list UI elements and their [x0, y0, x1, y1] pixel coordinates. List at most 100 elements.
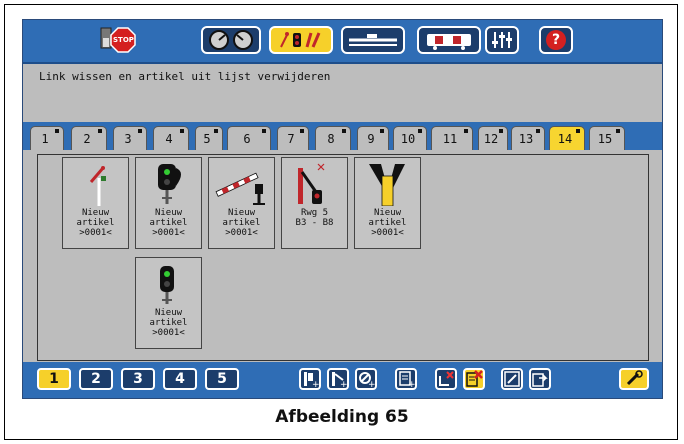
add-turnout-button[interactable]: +: [327, 368, 349, 390]
tab-3[interactable]: 3: [113, 126, 147, 150]
tab-marker: [55, 129, 59, 133]
light-signal-icon: [158, 164, 181, 204]
track-switch-icon: [369, 164, 405, 206]
tab-marker: [418, 129, 422, 133]
tab-marker: [214, 129, 218, 133]
tab-marker: [300, 129, 304, 133]
tab-9[interactable]: 9: [357, 126, 389, 150]
article-label: Nieuw artikel >0001<: [149, 308, 188, 338]
article-card[interactable]: Nieuw artikel >0001<: [62, 157, 129, 249]
level-crossing-icon: [215, 172, 265, 205]
tab-marker: [98, 129, 102, 133]
tab-marker: [536, 129, 540, 133]
help-button[interactable]: ?: [539, 26, 573, 54]
sliders-icon: [492, 32, 512, 48]
signal-turnout-icon: [280, 32, 321, 48]
unlink-button[interactable]: [435, 368, 457, 390]
page-button-3[interactable]: 3: [121, 368, 155, 390]
add-list-icon: +: [399, 371, 416, 390]
article-card[interactable]: Nieuw artikel >0001<: [354, 157, 421, 249]
keyboard-button[interactable]: [201, 26, 261, 54]
tab-1[interactable]: 1: [30, 126, 64, 150]
tab-2[interactable]: 2: [71, 126, 107, 150]
tab-5[interactable]: 5: [195, 126, 223, 150]
article-card[interactable]: Nieuw artikel >0001<: [135, 257, 202, 349]
tab-10[interactable]: 10: [393, 126, 427, 150]
delete-article-button[interactable]: [463, 368, 485, 390]
locomotive-icon: [427, 34, 471, 50]
articles-button[interactable]: [269, 26, 333, 54]
tab-label: 3: [124, 131, 132, 146]
article-label: Nieuw artikel >0001<: [222, 208, 261, 238]
bottom-toolbar: 1 2 3 4 5 + + + +: [23, 362, 662, 398]
tab-label: 6: [243, 131, 251, 146]
add-sensor-icon: +: [359, 372, 376, 390]
tab-label: 4: [165, 131, 173, 146]
semaphore-signal-icon: [89, 166, 106, 206]
tab-15[interactable]: 15: [589, 126, 625, 150]
article-grid: Nieuw artikel >0001< Nieuw artikel >0001…: [37, 154, 649, 361]
tab-label: 1: [41, 131, 49, 146]
tab-label: 5: [203, 131, 211, 146]
dwarf-signal-icon: [160, 266, 174, 304]
tab-marker: [616, 129, 620, 133]
stop-label: STOP: [113, 36, 134, 44]
track-layout-button[interactable]: [341, 26, 405, 54]
add-sensor-button[interactable]: +: [355, 368, 377, 390]
article-label: Nieuw artikel >0001<: [76, 208, 115, 238]
article-label: Rwg 5 B3 - B8: [295, 208, 334, 228]
svg-text:+: +: [312, 380, 319, 388]
tab-label: 13: [518, 131, 534, 146]
tab-6[interactable]: 6: [227, 126, 271, 150]
page-button-1[interactable]: 1: [37, 368, 71, 390]
tab-marker: [576, 129, 580, 133]
tab-8[interactable]: 8: [315, 126, 351, 150]
top-toolbar: STOP ?: [23, 20, 662, 64]
settings-button[interactable]: [485, 26, 519, 54]
tab-13[interactable]: 13: [511, 126, 545, 150]
tab-marker: [380, 129, 384, 133]
wrench-icon: [626, 370, 643, 386]
add-list-button[interactable]: +: [395, 368, 417, 390]
page-button-5[interactable]: 5: [205, 368, 239, 390]
tab-12[interactable]: 12: [478, 126, 508, 150]
svg-text:+: +: [368, 380, 375, 388]
edit-button[interactable]: [501, 368, 523, 390]
pencil-icon: [504, 371, 520, 387]
tab-4[interactable]: 4: [153, 126, 189, 150]
article-label: Nieuw artikel >0001<: [149, 208, 188, 238]
tab-label: 10: [400, 131, 416, 146]
turnout-signal-icon: [298, 163, 325, 204]
page-button-4[interactable]: 4: [163, 368, 197, 390]
tab-14[interactable]: 14: [549, 126, 585, 150]
tab-marker: [262, 129, 266, 133]
tab-label: 12: [483, 131, 499, 146]
app-screen: STOP ? Link wissen en artikel uit lijst …: [22, 19, 663, 399]
tab-label: 14: [557, 131, 573, 146]
tab-marker: [464, 129, 468, 133]
rotate-button[interactable]: [529, 368, 551, 390]
delete-list-icon: [466, 370, 483, 387]
tab-bar: 1 2 3 4 5 6 7 8 9 10 11 12 13 14 15: [23, 122, 662, 150]
add-signal-button[interactable]: +: [299, 368, 321, 390]
memory-button[interactable]: [417, 26, 481, 54]
tab-label: 7: [287, 131, 295, 146]
status-message: Link wissen en artikel uit lijst verwijd…: [39, 70, 331, 83]
tab-label: 11: [442, 131, 458, 146]
article-card[interactable]: Nieuw artikel >0001<: [135, 157, 202, 249]
emergency-stop-button[interactable]: STOP: [93, 24, 141, 56]
figure-caption: Afbeelding 65: [275, 407, 409, 427]
page-button-2[interactable]: 2: [79, 368, 113, 390]
svg-text:+: +: [340, 380, 347, 388]
tab-7[interactable]: 7: [277, 126, 309, 150]
article-card[interactable]: Nieuw artikel >0001<: [208, 157, 275, 249]
tools-button[interactable]: [619, 368, 649, 390]
add-signal-icon: +: [304, 372, 320, 390]
tab-marker: [342, 129, 346, 133]
message-area: Link wissen en artikel uit lijst verwijd…: [23, 64, 662, 122]
tab-label: 15: [597, 131, 613, 146]
tab-marker: [499, 129, 503, 133]
tab-11[interactable]: 11: [431, 126, 473, 150]
unlink-icon: [439, 371, 454, 386]
article-card[interactable]: Rwg 5 B3 - B8: [281, 157, 348, 249]
